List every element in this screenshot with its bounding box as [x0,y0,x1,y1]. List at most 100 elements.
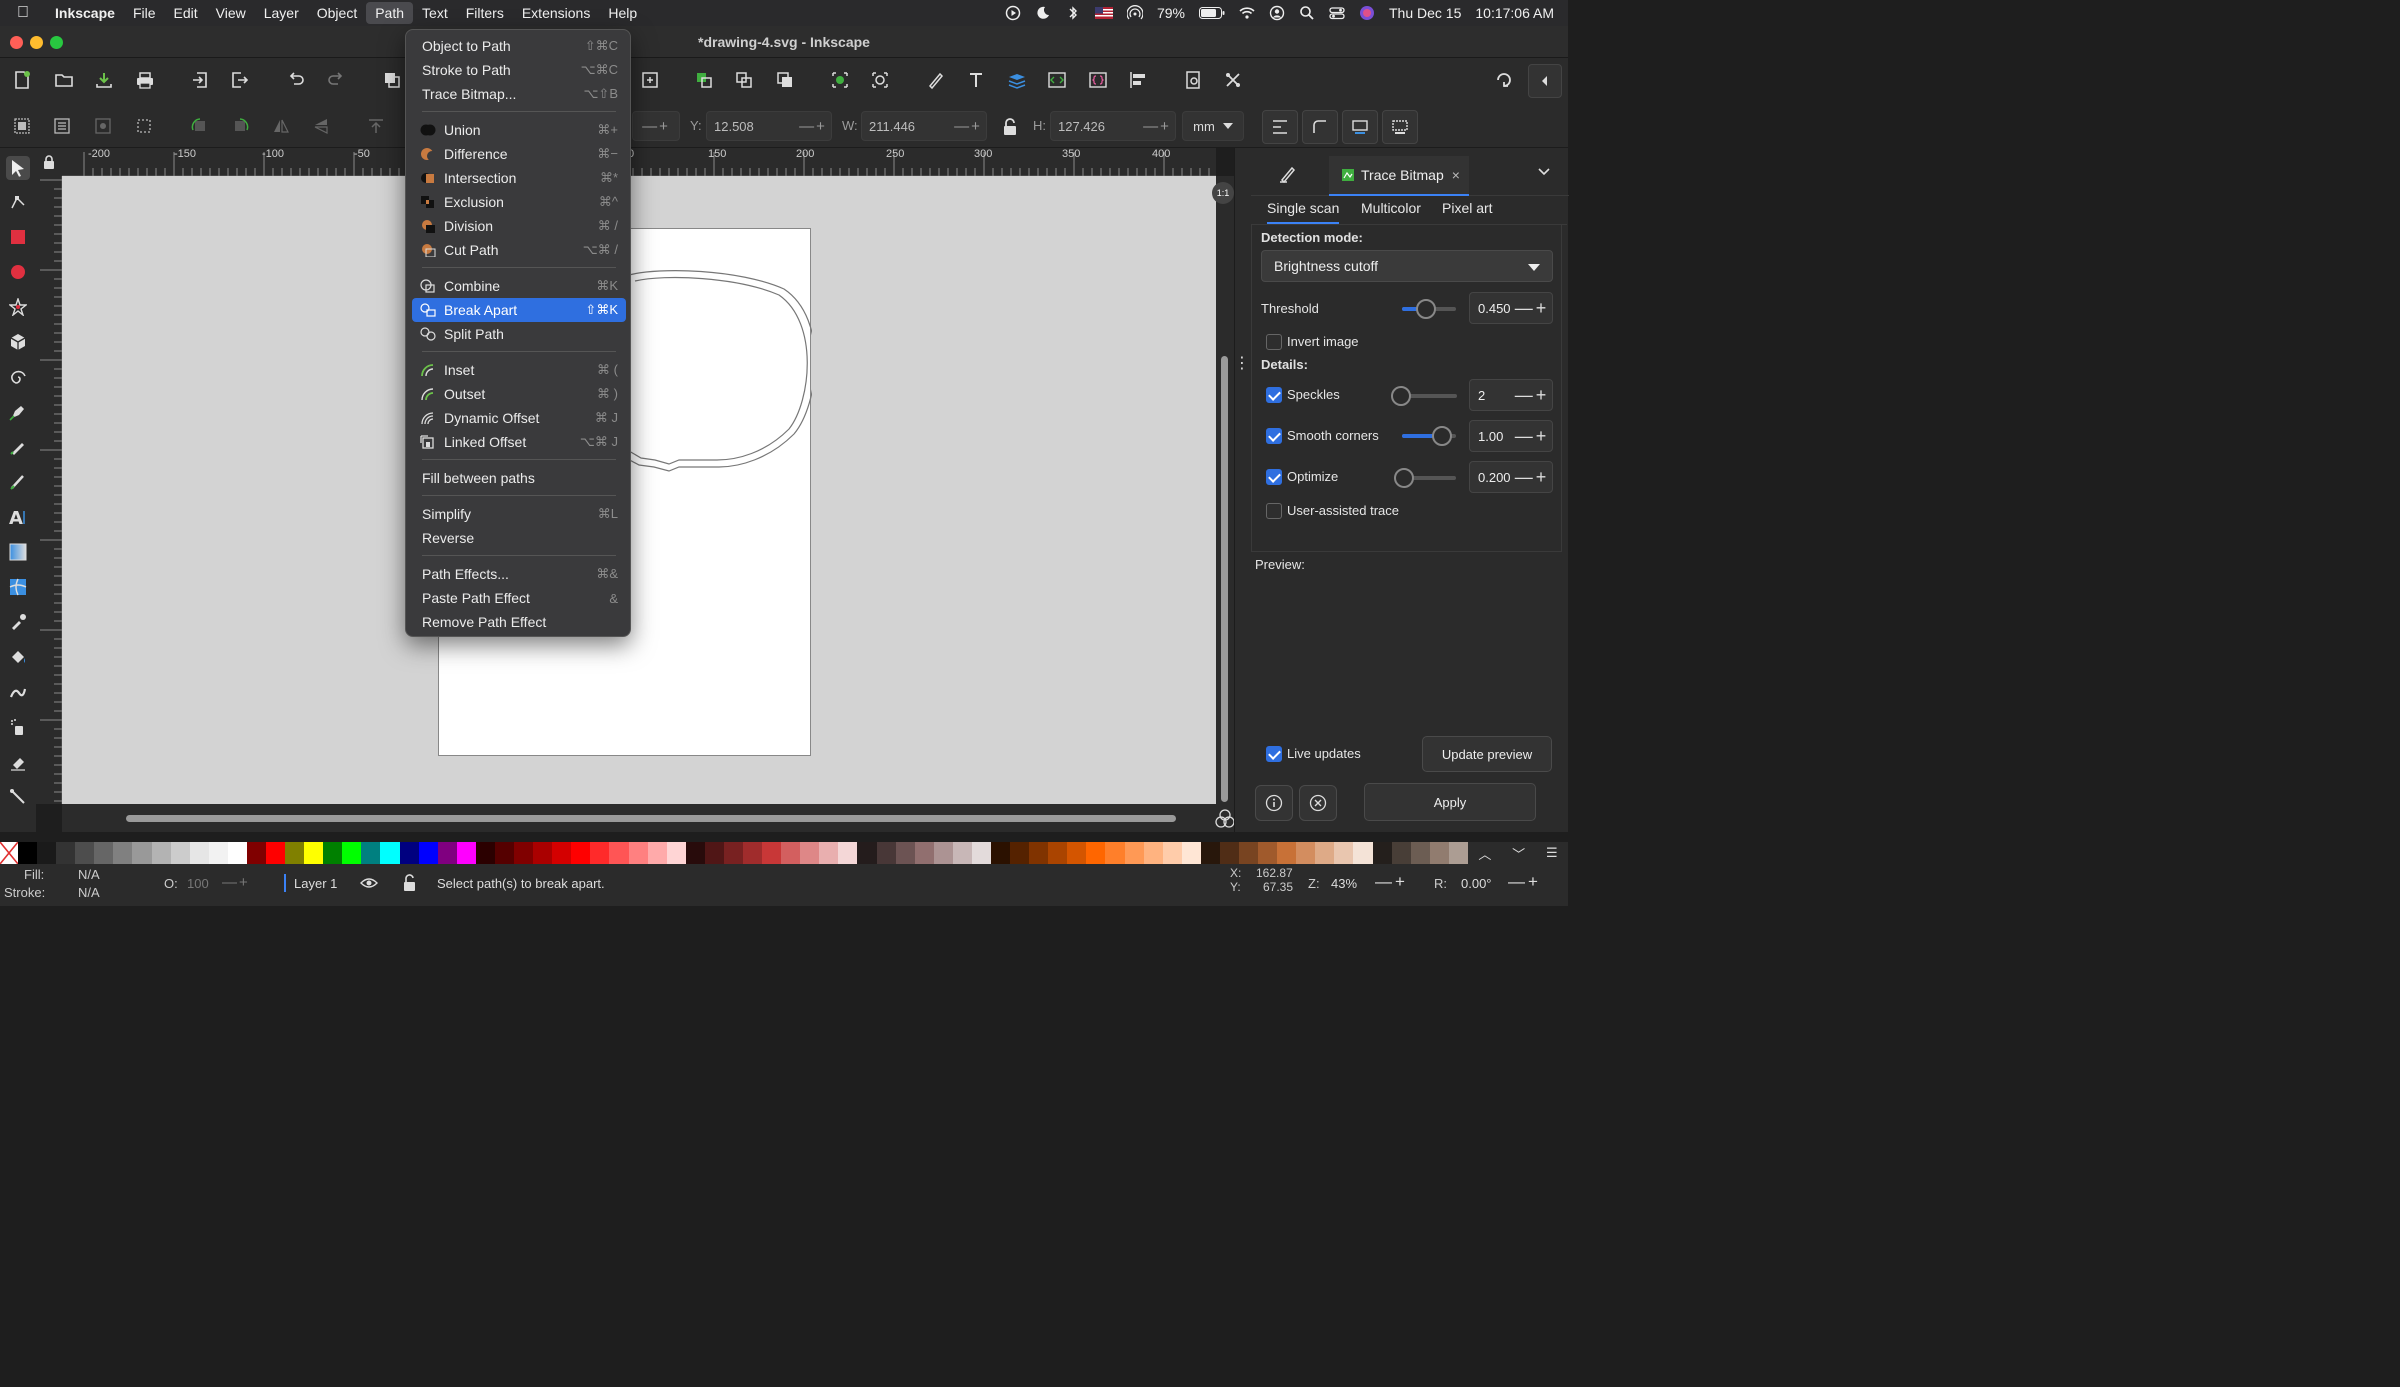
color-swatch[interactable] [1029,842,1049,864]
speckles-slider-knob[interactable] [1391,386,1411,406]
menu-item-intersection[interactable]: Intersection ⌘* [412,166,626,190]
calligraphy-tool-icon[interactable] [6,470,30,494]
color-swatch[interactable] [1296,842,1316,864]
paint-bucket-tool-icon[interactable] [6,645,30,669]
color-swatch[interactable] [37,842,57,864]
color-swatch[interactable] [246,842,267,864]
smooth-corners-value[interactable]: 1.00 [1470,429,1512,444]
gradient-tool-icon[interactable] [6,540,30,564]
optimize-checkbox[interactable] [1266,469,1282,485]
color-swatch[interactable] [323,842,343,864]
export-icon[interactable] [225,66,253,94]
select-all-layers-icon[interactable] [8,112,36,140]
color-swatch[interactable] [1372,842,1392,864]
color-swatch[interactable] [971,842,991,864]
rectangle-tool-icon[interactable] [6,225,30,249]
clock-time[interactable]: 10:17:06 AM [1475,5,1554,21]
airdrop-icon[interactable] [1126,5,1143,21]
color-swatch[interactable] [1410,842,1430,864]
connector-tool-icon[interactable] [6,785,30,809]
h-value[interactable]: 127.426 [1051,119,1139,134]
dock-handle-icon[interactable]: ⋮ [1234,348,1250,378]
layers-icon[interactable] [1003,66,1031,94]
print-icon[interactable] [131,66,159,94]
color-swatch[interactable] [399,842,419,864]
color-swatch[interactable] [1086,842,1106,864]
zoom-page-icon[interactable] [636,66,664,94]
menu-item-reverse[interactable]: Reverse [412,526,626,550]
color-swatch[interactable] [437,842,457,864]
spiral-tool-icon[interactable] [6,365,30,389]
color-swatch[interactable] [1353,842,1373,864]
color-swatch[interactable] [361,842,381,864]
menu-object[interactable]: Object [308,0,366,26]
color-swatch[interactable] [857,842,877,864]
color-swatch[interactable] [456,842,476,864]
color-swatch[interactable] [342,842,362,864]
import-icon[interactable] [187,66,215,94]
color-swatch[interactable] [571,842,591,864]
color-swatch[interactable] [838,842,858,864]
palette-menu-icon[interactable]: ☰ [1546,845,1558,861]
moon-icon[interactable] [1035,5,1051,21]
tweak-tool-icon[interactable] [6,680,30,704]
scale-stroke-icon[interactable] [1262,110,1298,144]
rotation-value[interactable]: 0.00° [1461,876,1492,891]
color-swatch[interactable] [1143,842,1163,864]
color-swatch[interactable] [647,842,667,864]
threshold-slider-knob[interactable] [1416,299,1437,319]
color-swatch[interactable] [1181,842,1201,864]
menu-text[interactable]: Text [413,0,457,26]
menu-layer[interactable]: Layer [255,0,308,26]
bluetooth-icon[interactable] [1065,5,1081,21]
color-swatch[interactable] [227,842,247,864]
color-swatch[interactable] [1219,842,1239,864]
duplicate-icon[interactable] [378,66,406,94]
zoom-1-1-icon[interactable]: 1:1 [1212,182,1234,204]
align-distribute-icon[interactable] [1124,66,1152,94]
smooth-corners-checkbox[interactable] [1266,428,1282,444]
fill-value[interactable]: N/A [78,867,100,882]
spotlight-search-icon[interactable] [1299,5,1315,21]
vertical-scroll-thumb[interactable] [1221,356,1228,802]
color-swatch[interactable] [914,842,934,864]
fill-stroke-icon[interactable] [922,66,950,94]
threshold-spinbox[interactable]: 0.450 —+ [1469,292,1553,324]
color-swatch[interactable] [56,842,76,864]
color-swatch[interactable] [590,842,610,864]
menu-item-stroke-to-path[interactable]: Stroke to Path ⌥⌘C [412,58,626,82]
rotate-ccw-icon[interactable] [186,112,214,140]
update-preview-button[interactable]: Update preview [1422,736,1552,772]
rotate-cw-icon[interactable] [226,112,254,140]
flip-vertical-icon[interactable] [307,112,335,140]
menu-filters[interactable]: Filters [457,0,513,26]
color-swatch[interactable] [1448,842,1468,864]
horizontal-scrollbar[interactable] [62,804,1235,832]
wifi-icon[interactable] [1239,5,1255,21]
guide-lock-icon[interactable] [36,148,62,176]
menu-item-difference[interactable]: Difference ⌘− [412,142,626,166]
menu-item-combine[interactable]: Combine ⌘K [412,274,626,298]
optimize-value[interactable]: 0.200 [1470,470,1512,485]
color-swatch[interactable] [876,842,896,864]
color-swatch[interactable] [1048,842,1068,864]
menu-item-simplify[interactable]: Simplify ⌘L [412,502,626,526]
detection-mode-select[interactable]: Brightness cutoff [1261,250,1553,282]
selector-tool-icon[interactable] [6,156,30,180]
dropper-tool-icon[interactable] [6,610,30,634]
ungroup-icon[interactable] [730,66,758,94]
tab-pixel-art[interactable]: Pixel art [1442,200,1493,216]
speckles-spinbox[interactable]: 2 —+ [1469,379,1553,411]
select-all-icon[interactable] [826,66,854,94]
color-swatch[interactable] [208,842,228,864]
undo-icon[interactable] [282,66,310,94]
deselect-icon[interactable] [866,66,894,94]
color-swatch[interactable] [1124,842,1144,864]
menu-path[interactable]: Path [366,2,414,24]
scale-corners-icon[interactable] [1302,110,1338,144]
menu-help[interactable]: Help [599,0,646,26]
color-swatch[interactable] [266,842,286,864]
close-tab-icon[interactable]: × [1452,167,1460,183]
xml-editor-icon[interactable] [1043,66,1071,94]
color-swatch[interactable] [170,842,190,864]
